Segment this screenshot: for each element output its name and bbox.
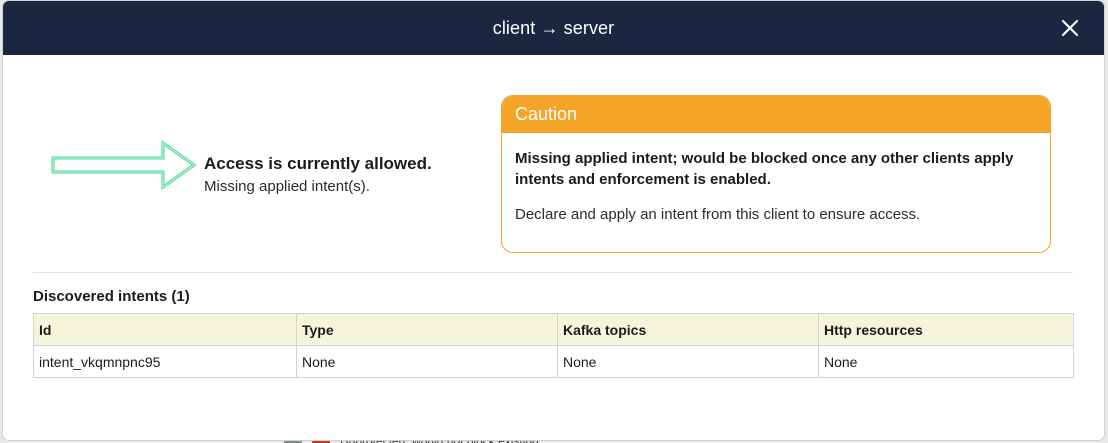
section-divider [33, 272, 1073, 273]
column-header-http-resources: Http resources [818, 313, 1074, 346]
close-icon[interactable] [1058, 16, 1082, 40]
status-headline: Access is currently allowed. [204, 154, 432, 173]
cell-type: None [296, 345, 558, 378]
caution-panel: Caution Missing applied intent; would be… [501, 95, 1051, 253]
caution-message: Declare and apply an intent from this cl… [515, 206, 921, 223]
discovered-intents-table: Id Type Kafka topics Http resources inte… [33, 313, 1074, 378]
status-detail: Missing applied intent(s). [204, 178, 370, 195]
table-row: intent_vkqmnpnc95 None None None [33, 345, 1074, 378]
status-text: Access is currently allowed. Missing app… [204, 154, 432, 195]
arrow-right-icon [51, 139, 199, 196]
cell-kafka-topics: None [557, 345, 819, 378]
table-header-row: Id Type Kafka topics Http resources [33, 313, 1074, 346]
intent-detail-modal: client → server Access is currently allo… [3, 1, 1104, 440]
cell-http-resources: None [818, 345, 1074, 378]
caution-body: Missing applied intent; would be blocked… [502, 133, 1050, 223]
column-header-id: Id [33, 313, 297, 346]
column-header-type: Type [296, 313, 558, 346]
column-header-kafka-topics: Kafka topics [557, 313, 819, 346]
cell-id: intent_vkqmnpnc95 [33, 345, 297, 378]
access-status: Access is currently allowed. Missing app… [51, 133, 501, 203]
modal-title: client → server [492, 17, 615, 38]
caution-message-strong: Missing applied intent; would be blocked… [515, 150, 1014, 188]
discovered-intents-title: Discovered intents (1) [33, 288, 190, 305]
caution-title: Caution [502, 96, 1050, 133]
modal-header: client → server [3, 1, 1104, 55]
